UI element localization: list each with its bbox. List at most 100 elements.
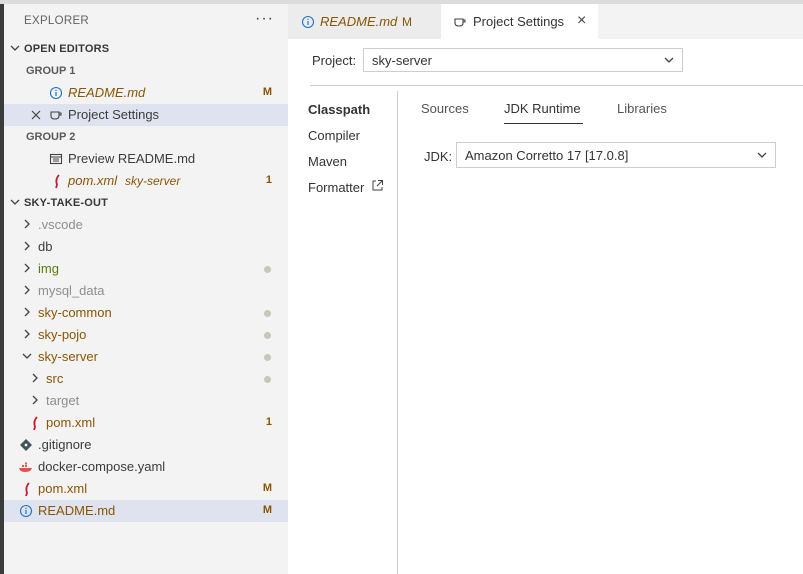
header-divider [310,85,803,86]
group-2-header[interactable]: GROUP 2 [4,126,288,148]
tree-item-gitignore[interactable]: .gitignore [4,434,288,456]
modified-badge: M [262,504,272,516]
chevron-down-icon [664,57,674,63]
chevron-right-icon [24,329,30,339]
info-icon [301,15,315,29]
tree-item-label: sky-common [38,305,112,320]
modified-badge: M [402,15,412,29]
chevron-down-icon [10,199,20,205]
tree-item-label: README.md [38,503,116,518]
open-editor-project-settings[interactable]: Project Settings [4,104,288,126]
tree-item-label: .gitignore [38,437,92,452]
tree-item-sky-pojo[interactable]: sky-pojo [4,324,288,346]
tree-item-label: mysql_data [38,283,105,298]
git-status-dot [264,310,271,317]
jdk-label: JDK: [424,149,453,164]
open-editors-title: OPEN EDITORS [24,43,110,55]
tree-item-label: src [46,371,64,386]
maven-feather-icon [25,482,30,497]
open-editor-preview-readme[interactable]: Preview README.md [4,148,288,170]
problem-count-badge: 1 [265,174,272,186]
maven-feather-icon [33,416,38,431]
tab-readme[interactable]: README.md M [288,4,441,39]
project-settings-editor: Project: sky-server Classpath Compiler M… [288,39,803,574]
jdk-select[interactable]: Amazon Corretto 17 [17.0.8] [456,142,776,168]
open-editors-section-header[interactable]: OPEN EDITORS [4,38,288,60]
project-title: SKY-TAKE-OUT [24,197,109,209]
explorer-header: EXPLORER ··· [4,4,288,38]
nav-compiler[interactable]: Compiler [308,128,360,143]
tab-project-settings[interactable]: Project Settings × [441,4,598,39]
chevron-right-icon [24,219,30,229]
chevron-down-icon [10,45,20,51]
tree-item-label: pom.xml [38,481,88,496]
info-icon [49,86,63,100]
tree-item-sky-common[interactable]: sky-common [4,302,288,324]
nav-classpath[interactable]: Classpath [308,102,370,117]
open-editor-description: sky-server [125,174,181,188]
tree-item-mysql-data[interactable]: mysql_data [4,280,288,302]
nav-formatter[interactable]: Formatter [308,180,364,195]
more-actions-icon[interactable]: ··· [255,10,274,28]
jdk-select-value: Amazon Corretto 17 [17.0.8] [465,148,629,163]
tree-item-db[interactable]: db [4,236,288,258]
explorer-sidebar: EXPLORER ··· OPEN EDITORS GROUP 1 README… [4,4,288,574]
tree-item-label: target [46,393,80,408]
close-icon[interactable] [28,107,44,123]
tree-item-src[interactable]: src [4,368,288,390]
chevron-down-icon [22,353,32,359]
chevron-right-icon [24,307,30,317]
coffee-cup-icon [454,18,466,27]
tree-item-img[interactable]: img [4,258,288,280]
subtab-sources[interactable]: Sources [421,101,469,116]
external-link-icon [372,180,383,191]
open-editor-pom-xml[interactable]: pom.xml sky-server 1 [4,170,288,192]
preview-icon [49,153,63,165]
nav-maven[interactable]: Maven [308,154,347,169]
tree-item-root-pom-xml[interactable]: pom.xml M [4,478,288,500]
tree-item-label: docker-compose.yaml [38,459,166,474]
nav-divider [397,91,398,574]
tree-item-docker-compose[interactable]: docker-compose.yaml [4,456,288,478]
group-1-header[interactable]: GROUP 1 [4,60,288,82]
tab-label: README.md [320,14,398,29]
git-icon [20,439,32,451]
project-select[interactable]: sky-server [363,48,683,72]
chevron-down-icon [757,152,767,158]
tree-item-label: .vscode [38,217,83,232]
group-2-title: GROUP 2 [26,131,76,143]
chevron-right-icon [24,241,30,251]
modified-badge: M [262,86,272,98]
info-icon [19,504,33,518]
close-icon[interactable]: × [577,12,586,30]
tree-item-vscode[interactable]: .vscode [4,214,288,236]
open-editor-readme[interactable]: README.md M [4,82,288,104]
explorer-title: EXPLORER [24,15,90,27]
subtab-jdk-runtime[interactable]: JDK Runtime [504,101,581,116]
coffee-cup-icon [50,111,62,120]
tree-item-sky-server[interactable]: sky-server [4,346,288,368]
active-subtab-indicator [504,123,583,124]
chevron-right-icon [24,263,30,273]
project-section-header[interactable]: SKY-TAKE-OUT [4,192,288,214]
tree-item-label: sky-server [38,349,98,364]
tree-item-readme[interactable]: README.md M [4,500,288,522]
open-editor-label: pom.xml [68,173,118,188]
git-status-dot [264,332,271,339]
git-status-dot [264,354,271,361]
chevron-right-icon [32,373,38,383]
git-status-dot [264,376,271,383]
tree-item-server-pom-xml[interactable]: pom.xml 1 [4,412,288,434]
project-select-value: sky-server [372,53,432,68]
tree-item-label: db [38,239,53,254]
problem-count-badge: 1 [265,416,272,428]
open-editor-label: README.md [68,85,146,100]
open-editor-label: Preview README.md [68,151,196,166]
subtab-libraries[interactable]: Libraries [617,101,667,116]
tree-item-target[interactable]: target [4,390,288,412]
chevron-right-icon [32,395,38,405]
tree-item-label: sky-pojo [38,327,87,342]
project-label: Project: [312,53,357,68]
open-editor-label: Project Settings [68,107,160,122]
chevron-right-icon [24,285,30,295]
